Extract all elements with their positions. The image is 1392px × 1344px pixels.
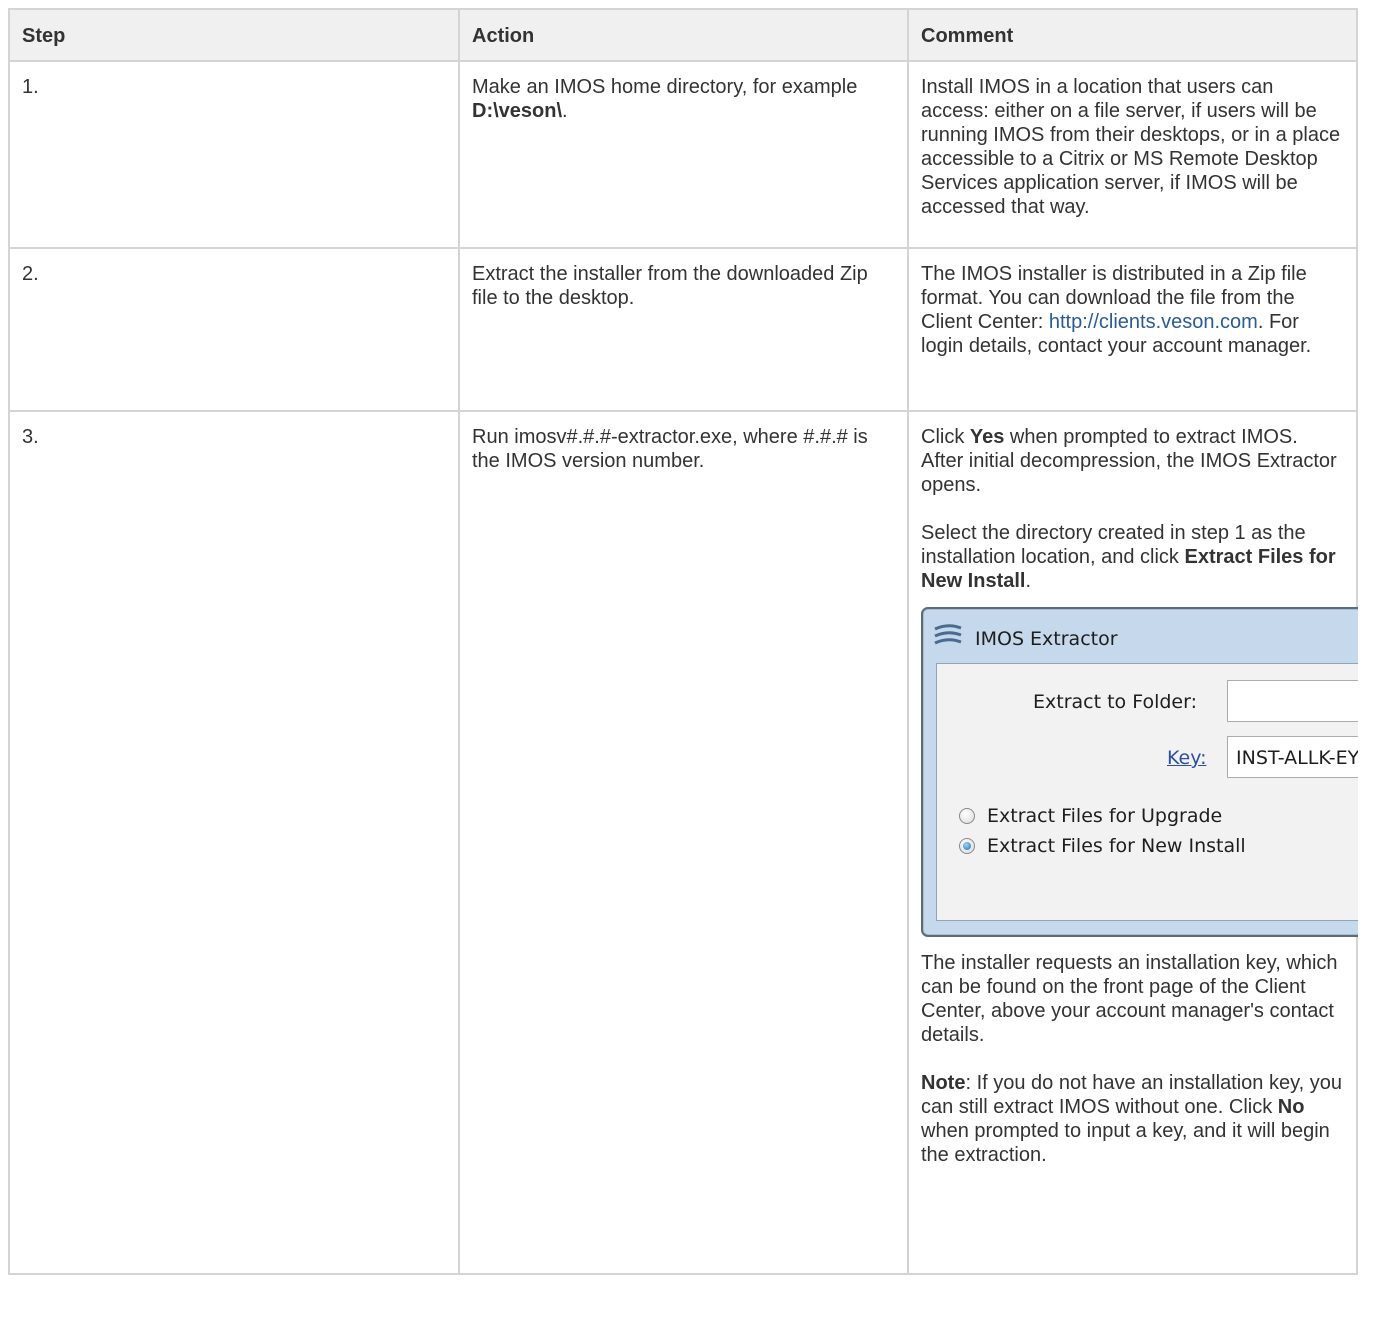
comment-paragraph: Note: If you do not have an installation… bbox=[921, 1071, 1344, 1167]
key-link[interactable]: Key: bbox=[1167, 746, 1206, 770]
key-input[interactable]: INST-ALLK-EY bbox=[1227, 736, 1358, 778]
header-action: Action bbox=[458, 8, 909, 62]
action-text: Make an IMOS home directory, for example bbox=[472, 76, 858, 98]
action-cell: Make an IMOS home directory, for example… bbox=[458, 60, 909, 249]
client-center-link[interactable]: http://clients.veson.com bbox=[1049, 311, 1258, 333]
imos-logo-icon bbox=[933, 623, 963, 655]
table-row: 3. Run imosv#.#.#-extractor.exe, where #… bbox=[8, 410, 1358, 1275]
note-label: Note bbox=[921, 1072, 966, 1094]
radio-new-install[interactable]: Extract Files for New Install bbox=[959, 834, 1246, 858]
comment-cell: Install IMOS in a location that users ca… bbox=[907, 60, 1358, 249]
extractor-body: Extract to Folder: Key: INST-ALLK-EY Ext… bbox=[936, 663, 1358, 921]
folder-input[interactable] bbox=[1227, 680, 1358, 722]
action-text-end: . bbox=[562, 100, 568, 122]
comment-paragraph: The installer requests an installation k… bbox=[921, 952, 1338, 1046]
step-number: 1. bbox=[8, 60, 460, 249]
header-comment: Comment bbox=[907, 8, 1358, 62]
table-row: 1. Make an IMOS home directory, for exam… bbox=[8, 60, 1358, 249]
comment-paragraph: Click Yes when prompted to extract IMOS.… bbox=[921, 425, 1344, 497]
radio-upgrade[interactable]: Extract Files for Upgrade bbox=[959, 804, 1222, 828]
extractor-screenshot: IMOS Extractor Extract to Folder: Key: I… bbox=[921, 607, 1358, 937]
step-number: 2. bbox=[8, 247, 460, 412]
no-label: No bbox=[1277, 1096, 1305, 1118]
yes-label: Yes bbox=[969, 426, 1005, 448]
table-header-row: Step Action Comment bbox=[8, 8, 1358, 62]
key-value: INST-ALLK-EY bbox=[1236, 747, 1358, 769]
key-label[interactable]: Key: bbox=[1167, 747, 1206, 769]
comment-cell: Click Yes when prompted to extract IMOS.… bbox=[907, 410, 1358, 1275]
folder-label: Extract to Folder: bbox=[1033, 691, 1197, 713]
radio-upgrade-label: Extract Files for Upgrade bbox=[987, 805, 1223, 827]
radio-selected-icon bbox=[959, 838, 975, 854]
extractor-titlebar: IMOS Extractor bbox=[933, 621, 1118, 657]
table-row: 2. Extract the installer from the downlo… bbox=[8, 247, 1358, 412]
extractor-title: IMOS Extractor bbox=[975, 628, 1118, 650]
action-cell: Run imosv#.#.#-extractor.exe, where #.#.… bbox=[458, 410, 909, 1275]
comment-paragraph: Select the directory created in step 1 a… bbox=[921, 521, 1344, 593]
comment-cell: The IMOS installer is distributed in a Z… bbox=[907, 247, 1358, 412]
header-step: Step bbox=[8, 8, 460, 62]
paragraph-text: when prompted to input a key, and it wil… bbox=[921, 1120, 1330, 1166]
steps-table: Step Action Comment 1. Make an IMOS home… bbox=[8, 8, 1358, 1275]
radio-unselected-icon bbox=[959, 808, 975, 824]
radio-new-install-label: Extract Files for New Install bbox=[987, 835, 1246, 857]
paragraph-text: Click bbox=[921, 426, 970, 448]
step-number: 3. bbox=[8, 410, 460, 1275]
extractor-window: IMOS Extractor Extract to Folder: Key: I… bbox=[921, 607, 1358, 937]
directory-path: D:\veson\ bbox=[472, 100, 563, 122]
paragraph-text: . bbox=[1025, 570, 1032, 592]
action-cell: Extract the installer from the downloade… bbox=[458, 247, 909, 412]
